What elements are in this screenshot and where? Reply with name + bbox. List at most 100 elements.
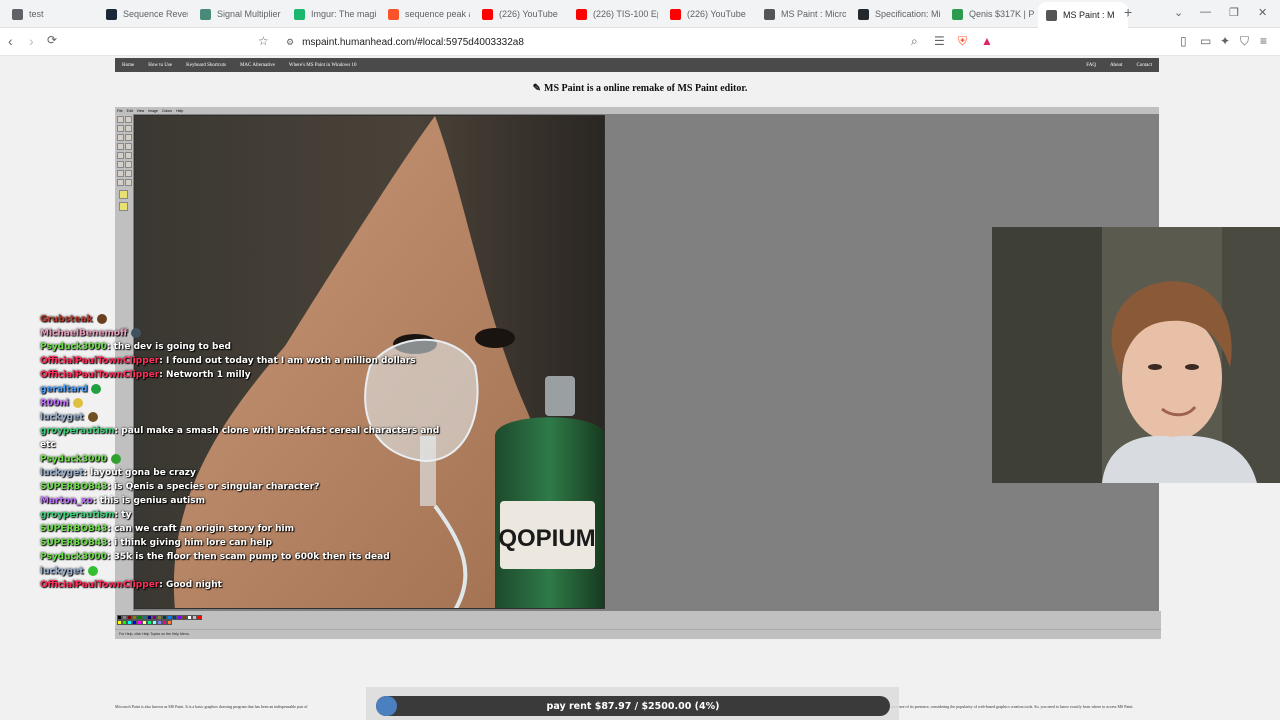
wallet-icon[interactable]: ▭ bbox=[1200, 34, 1211, 48]
chat-username[interactable]: R00ni bbox=[40, 399, 69, 409]
tool-option-button[interactable] bbox=[119, 202, 128, 211]
paint-menu-item[interactable]: Help bbox=[176, 109, 183, 113]
paint-menu-item[interactable]: View bbox=[137, 109, 145, 113]
paint-tool-button[interactable] bbox=[117, 134, 124, 141]
chat-username[interactable]: groyperautism bbox=[40, 426, 115, 436]
paint-tool-button[interactable] bbox=[125, 134, 132, 141]
maximize-icon[interactable]: ❐ bbox=[1229, 6, 1239, 19]
paint-tool-button[interactable] bbox=[117, 179, 124, 186]
back-icon[interactable]: ‹ bbox=[8, 33, 13, 49]
youtube-icon bbox=[482, 8, 493, 20]
paint-tool-button[interactable] bbox=[117, 143, 124, 150]
tab-2[interactable]: Signal Multiplier bbox=[192, 3, 282, 25]
tab-title: Signal Multiplier bbox=[217, 9, 281, 19]
tab-4[interactable]: sequence peak a bbox=[380, 3, 470, 25]
stream-chat: Grubsteak MichaelBenemoff Psyduck3000: the… bbox=[40, 314, 439, 604]
tool-option-button[interactable] bbox=[119, 190, 128, 199]
tab-9[interactable]: Specification: Mi bbox=[850, 3, 940, 25]
paint-tool-button[interactable] bbox=[117, 116, 124, 123]
tab-6[interactable]: (226) TIS-100 Ep bbox=[568, 3, 658, 25]
chat-username[interactable]: OfficialPaulTownClipper bbox=[40, 580, 159, 590]
new-tab-icon[interactable]: + bbox=[1124, 4, 1132, 20]
forward-icon[interactable]: › bbox=[29, 33, 34, 49]
chat-message: MichaelBenemoff bbox=[40, 328, 142, 342]
chat-username[interactable]: OfficialPaulTownClipper bbox=[40, 370, 159, 380]
paint-menu-item[interactable]: Edit bbox=[127, 109, 133, 113]
paint-tool-button[interactable] bbox=[125, 116, 132, 123]
palette-swatch[interactable] bbox=[197, 615, 202, 620]
paint-statusbar: For Help, click Help Topics on the Help … bbox=[115, 629, 1161, 639]
paint-tool-button[interactable] bbox=[125, 152, 132, 159]
nav-link[interactable]: Where's MS Paint in Windows 10 bbox=[282, 63, 364, 68]
paint-menu-item[interactable]: Colors bbox=[162, 109, 172, 113]
chat-username[interactable]: SUPERBOB43 bbox=[40, 482, 107, 492]
paint-tool-button[interactable] bbox=[117, 152, 124, 159]
tab-0[interactable]: test bbox=[4, 3, 94, 25]
tab-11[interactable]: MS Paint : M× bbox=[1038, 2, 1128, 28]
reload-icon[interactable]: ⟳ bbox=[47, 33, 57, 47]
chat-username[interactable]: luckyget bbox=[40, 468, 84, 478]
nav-link[interactable]: About bbox=[1103, 63, 1130, 68]
reader-mode-icon[interactable]: ☰ bbox=[934, 34, 945, 48]
palette-swatch[interactable] bbox=[167, 620, 172, 625]
chat-username[interactable]: Psyduck3000 bbox=[40, 342, 107, 352]
chat-username[interactable]: Psyduck3000 bbox=[40, 552, 107, 562]
mspaint-icon bbox=[1046, 9, 1057, 21]
tab-10[interactable]: Qenis $317K | P bbox=[944, 3, 1034, 25]
site-info-icon[interactable]: ⚙ bbox=[286, 37, 294, 48]
paint-tool-button[interactable] bbox=[125, 143, 132, 150]
chat-username[interactable]: Psyduck3000 bbox=[40, 455, 107, 465]
chat-text: this is genius autism bbox=[99, 496, 205, 506]
chat-separator: : bbox=[106, 552, 114, 562]
bookmark-icon[interactable]: ☆ bbox=[258, 34, 269, 48]
chat-username[interactable]: luckyget bbox=[40, 567, 84, 577]
tab-1[interactable]: Sequence Rever bbox=[98, 3, 188, 25]
close-window-icon[interactable]: ✕ bbox=[1258, 6, 1267, 19]
tab-8[interactable]: MS Paint : Micro bbox=[756, 3, 846, 25]
nav-link[interactable]: Contact bbox=[1129, 63, 1159, 68]
nav-link[interactable]: FAQ bbox=[1079, 63, 1103, 68]
chevron-down-icon[interactable]: ⌄ bbox=[1174, 6, 1183, 19]
chat-message: groyperautism: paul make a smash clone w… bbox=[40, 426, 439, 440]
chat-username[interactable]: groyperautism bbox=[40, 510, 115, 520]
paint-tool-button[interactable] bbox=[125, 179, 132, 186]
leo-ai-icon[interactable]: ✦ bbox=[1220, 34, 1230, 48]
paint-tool-button[interactable] bbox=[117, 170, 124, 177]
minimize-icon[interactable]: — bbox=[1200, 6, 1211, 18]
brave-rewards-icon[interactable]: ▲ bbox=[981, 34, 993, 48]
brave-icon bbox=[388, 8, 399, 20]
paint-tool-button[interactable] bbox=[125, 170, 132, 177]
nav-link[interactable]: How to Use bbox=[141, 63, 179, 68]
tab-title: Sequence Rever bbox=[123, 9, 188, 19]
zoom-icon[interactable]: ⌕ bbox=[911, 34, 918, 49]
address-bar[interactable]: ⚙ mspaint.humanhead.com/#local:5975d4003… bbox=[276, 32, 996, 52]
nav-link[interactable]: Keyboard Shortcuts bbox=[179, 63, 233, 68]
vpn-icon[interactable]: ⛉ bbox=[1240, 34, 1249, 49]
paint-menu-item[interactable]: Image bbox=[148, 109, 158, 113]
menu-icon[interactable]: ≡ bbox=[1260, 34, 1267, 48]
chat-username[interactable]: SUPERBOB43 bbox=[40, 538, 107, 548]
tab-7[interactable]: (226) YouTube bbox=[662, 3, 752, 25]
globe-icon bbox=[12, 8, 23, 20]
chat-username[interactable]: Marton_xo bbox=[40, 496, 93, 506]
sidebar-icon[interactable]: ▯ bbox=[1180, 34, 1187, 48]
paint-menu-item[interactable]: File bbox=[117, 109, 123, 113]
chat-username[interactable]: SUPERBOB43 bbox=[40, 524, 107, 534]
chat-username[interactable]: geraltard bbox=[40, 385, 87, 395]
chat-message: Marton_xo: this is genius autism bbox=[40, 496, 205, 510]
tab-5[interactable]: (226) YouTube bbox=[474, 3, 564, 25]
paint-tool-button[interactable] bbox=[125, 161, 132, 168]
brave-shields-icon[interactable]: ⛨ bbox=[958, 34, 967, 49]
paint-tool-button[interactable] bbox=[117, 161, 124, 168]
nav-link[interactable]: Home bbox=[115, 63, 141, 68]
chat-username[interactable]: Grubsteak bbox=[40, 315, 93, 325]
paint-tool-button[interactable] bbox=[117, 125, 124, 132]
chat-username[interactable]: MichaelBenemoff bbox=[40, 329, 127, 339]
chat-username[interactable]: luckyget bbox=[40, 413, 84, 423]
paint-tool-button[interactable] bbox=[125, 125, 132, 132]
nav-link[interactable]: MAC Alternative bbox=[233, 63, 282, 68]
chat-message: luckyget bbox=[40, 412, 98, 426]
chat-username[interactable]: OfficialPaulTownClipper bbox=[40, 356, 159, 366]
tab-3[interactable]: Imgur: The magi bbox=[286, 3, 376, 25]
chat-text: ty bbox=[121, 510, 132, 520]
